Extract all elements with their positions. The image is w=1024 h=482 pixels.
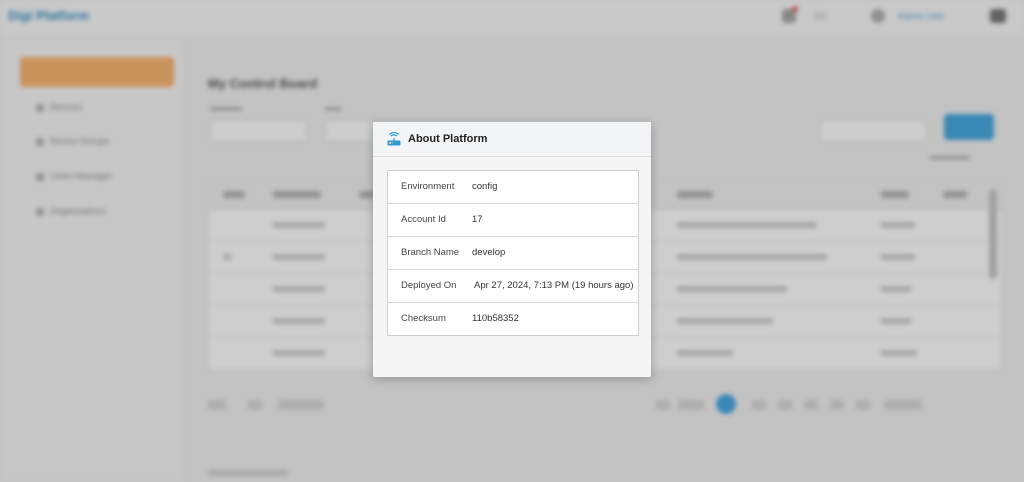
info-value: config	[472, 181, 498, 192]
about-info-table: Environment config Account Id 17 Branch …	[387, 170, 639, 336]
router-icon	[387, 132, 401, 146]
info-label: Account Id	[401, 214, 446, 225]
info-row-checksum: Checksum 110b58352	[388, 303, 638, 335]
info-value: develop	[472, 247, 506, 258]
info-value: Apr 27, 2024, 7:13 PM (19 hours ago)	[474, 280, 634, 291]
modal-title: About Platform	[408, 133, 488, 145]
info-row-deployed-on: Deployed On Apr 27, 2024, 7:13 PM (19 ho…	[388, 270, 638, 303]
info-label: Deployed On	[401, 280, 457, 291]
about-modal: About Platform Environment config Accoun…	[373, 122, 651, 377]
modal-header: About Platform	[373, 122, 651, 157]
info-label: Environment	[401, 181, 455, 192]
info-row-environment: Environment config	[388, 171, 638, 204]
info-label: Branch Name	[401, 247, 460, 258]
info-value: 110b58352	[472, 313, 519, 324]
info-label: Checksum	[401, 313, 446, 324]
info-value: 17	[472, 214, 483, 225]
info-row-account-id: Account Id 17	[388, 204, 638, 237]
info-row-branch-name: Branch Name develop	[388, 237, 638, 270]
